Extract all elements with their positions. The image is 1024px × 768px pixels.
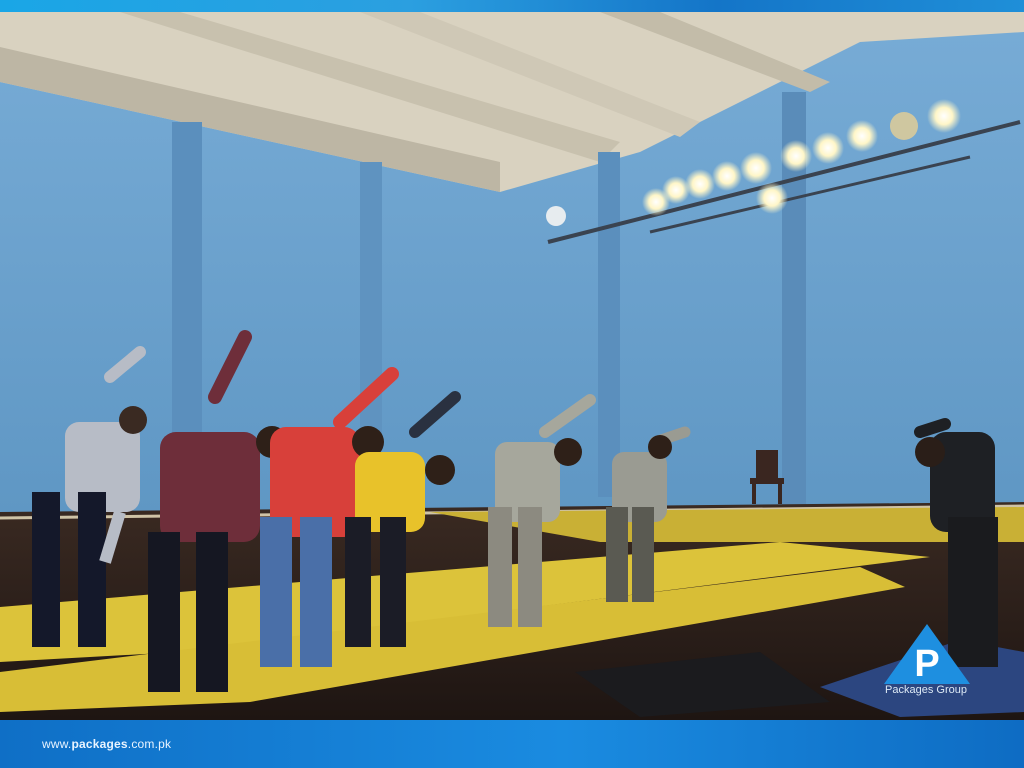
logo-letter: P xyxy=(914,643,939,685)
url-brand: packages xyxy=(71,737,128,751)
website-link[interactable]: www.packages.com.pk xyxy=(42,737,171,751)
photo-illustration xyxy=(0,12,1024,720)
footer-bar: www.packages.com.pk xyxy=(0,720,1024,768)
logo-caption: Packages Group xyxy=(885,684,967,696)
yoga-session-photo xyxy=(0,12,1024,720)
url-prefix: www. xyxy=(42,737,72,751)
url-suffix: .com.pk xyxy=(127,737,172,751)
top-accent-strip xyxy=(0,0,1024,12)
